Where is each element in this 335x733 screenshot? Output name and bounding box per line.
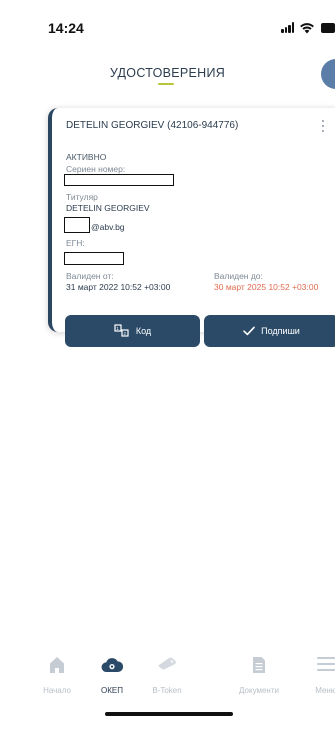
- sign-button-label: Подпиши: [261, 326, 300, 336]
- code-icon: 1 2: [114, 324, 130, 338]
- serial-label: Сериен номер:: [66, 164, 126, 174]
- valid-to-label: Валиден до:: [214, 271, 263, 281]
- token-icon: [158, 657, 176, 670]
- cloud-certificate-icon: [101, 658, 123, 673]
- certificate-card[interactable]: DETELIN GEORGIEV (42106-944776) АКТИВНО …: [48, 108, 335, 347]
- status-icons: [281, 22, 335, 34]
- valid-from-value: 31 март 2022 10:52 +03:00: [66, 282, 171, 292]
- code-button-label: Код: [135, 326, 152, 336]
- holder-value: DETELIN GEORGIEV: [66, 203, 150, 213]
- tab-bar: Начало ОКЕП B-Token Документи Меню: [0, 656, 335, 704]
- menu-icon: [317, 657, 335, 671]
- tab-home-label: Начало: [43, 686, 71, 695]
- document-icon: [253, 657, 265, 673]
- email-suffix: @abv.bg: [91, 222, 125, 232]
- status-text: АКТИВНО: [66, 152, 107, 162]
- svg-text:1: 1: [116, 326, 119, 331]
- holder-label: Титуляр: [66, 192, 98, 202]
- checkmark-icon: [243, 326, 255, 336]
- tab-menu[interactable]: Меню: [296, 656, 335, 704]
- sign-button[interactable]: Подпиши: [204, 315, 335, 347]
- status-bar: 14:24: [0, 0, 335, 58]
- header: УДОСТОВЕРЕНИЯ: [0, 58, 335, 92]
- certificate-name: DETELIN GEORGIEV (42106-944776): [66, 120, 239, 131]
- valid-from-label: Валиден от:: [66, 271, 114, 281]
- wifi-icon: [300, 23, 314, 34]
- battery-icon: [321, 23, 335, 33]
- home-indicator: [105, 712, 233, 716]
- redacted-egn: [64, 252, 124, 265]
- redacted-email: [64, 217, 90, 233]
- tab-documents[interactable]: Документи: [229, 656, 289, 704]
- tab-btoken[interactable]: B-Token: [137, 656, 197, 704]
- title-underline: [158, 83, 174, 85]
- tab-okep[interactable]: ОКЕП: [82, 656, 142, 704]
- more-options-icon[interactable]: [318, 120, 328, 136]
- tab-okep-label: ОКЕП: [101, 686, 123, 695]
- status-time: 14:24: [48, 20, 84, 36]
- tab-btoken-label: B-Token: [152, 686, 182, 695]
- signal-icon: [281, 22, 295, 33]
- add-button[interactable]: [321, 59, 335, 89]
- egn-label: ЕГН:: [66, 238, 85, 248]
- svg-text:2: 2: [123, 331, 126, 336]
- home-icon: [50, 657, 64, 673]
- valid-to-value: 30 март 2025 10:52 +03:00: [214, 282, 319, 292]
- tab-home[interactable]: Начало: [27, 656, 87, 704]
- tab-documents-label: Документи: [239, 686, 279, 695]
- code-button[interactable]: 1 2 Код: [65, 315, 200, 347]
- redacted-serial: [64, 174, 174, 186]
- page-title: УДОСТОВЕРЕНИЯ: [109, 66, 226, 80]
- tab-menu-label: Меню: [315, 686, 335, 695]
